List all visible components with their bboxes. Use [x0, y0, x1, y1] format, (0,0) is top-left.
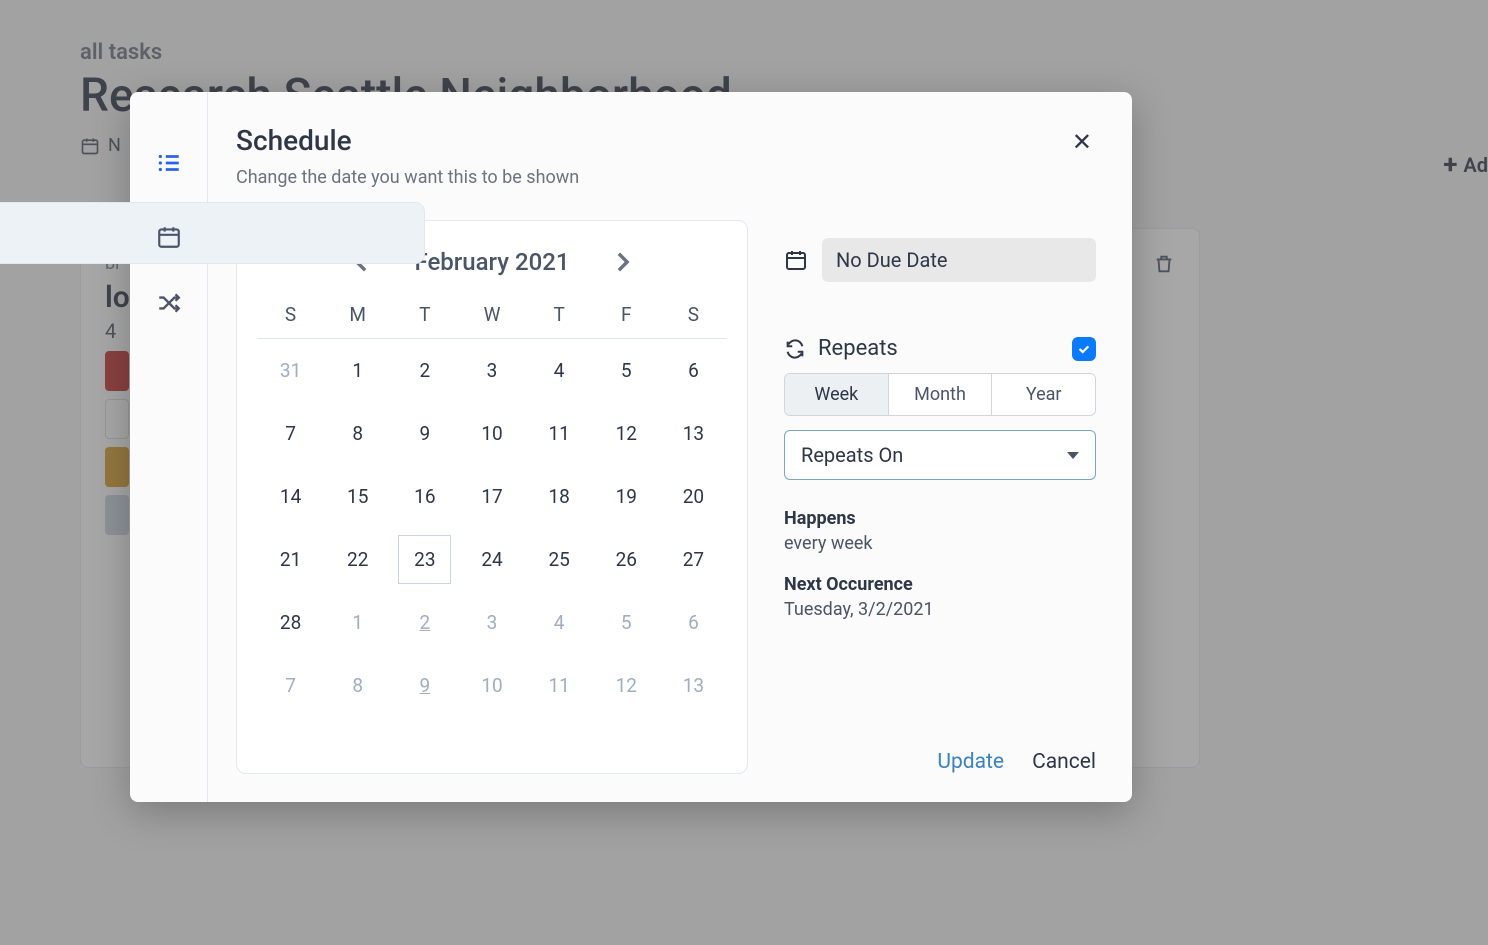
calendar-day[interactable]: 31	[257, 339, 324, 402]
repeat-icon	[784, 338, 806, 360]
calendar-month-label: February 2021	[414, 248, 569, 276]
calendar-day[interactable]: 28	[257, 591, 324, 654]
calendar-day[interactable]: 8	[324, 402, 391, 465]
segment-year[interactable]: Year	[992, 374, 1095, 415]
list-icon	[156, 150, 182, 176]
check-icon	[1077, 342, 1091, 356]
repeats-label: Repeats	[818, 336, 898, 361]
next-occurrence-label: Next Occurence	[784, 574, 1096, 595]
calendar-day[interactable]: 12	[593, 654, 660, 717]
calendar-icon	[784, 248, 808, 272]
close-button[interactable]: ✕	[1068, 124, 1096, 160]
calendar-day[interactable]: 13	[660, 402, 727, 465]
due-date-badge[interactable]: No Due Date	[822, 238, 1096, 282]
happens-label: Happens	[784, 508, 1096, 529]
tab-shuffle[interactable]	[137, 272, 201, 334]
calendar-day[interactable]: 3	[458, 591, 525, 654]
calendar-day[interactable]: 11	[526, 402, 593, 465]
happens-value: every week	[784, 533, 1096, 554]
repeats-on-select[interactable]: Repeats On	[784, 430, 1096, 480]
calendar-day[interactable]: 14	[257, 465, 324, 528]
calendar-dow: S	[660, 297, 727, 339]
segment-week[interactable]: Week	[785, 374, 889, 415]
calendar-day[interactable]: 5	[593, 591, 660, 654]
calendar-day[interactable]: 4	[526, 339, 593, 402]
calendar-day[interactable]: 12	[593, 402, 660, 465]
repeats-on-label: Repeats On	[801, 443, 903, 467]
calendar-day[interactable]: 17	[458, 465, 525, 528]
calendar-day[interactable]: 4	[526, 591, 593, 654]
calendar-dow: T	[391, 297, 458, 339]
calendar-icon	[156, 224, 182, 250]
calendar-day[interactable]: 7	[257, 402, 324, 465]
calendar-day[interactable]: 5	[593, 339, 660, 402]
next-month-button[interactable]	[610, 245, 636, 279]
repeats-checkbox[interactable]	[1072, 337, 1096, 361]
modal-title: Schedule	[236, 124, 579, 157]
cancel-button[interactable]: Cancel	[1032, 750, 1096, 774]
calendar-day[interactable]: 3	[458, 339, 525, 402]
calendar-day[interactable]: 16	[391, 465, 458, 528]
calendar-dow: S	[257, 297, 324, 339]
calendar-day[interactable]: 27	[660, 528, 727, 591]
calendar-day[interactable]: 13	[660, 654, 727, 717]
calendar-day[interactable]: 18	[526, 465, 593, 528]
calendar-dow: F	[593, 297, 660, 339]
schedule-modal: Schedule Change the date you want this t…	[130, 92, 1132, 802]
calendar-day[interactable]: 8	[324, 654, 391, 717]
calendar-day[interactable]: 21	[257, 528, 324, 591]
calendar-day[interactable]: 1	[324, 591, 391, 654]
calendar-day[interactable]: 26	[593, 528, 660, 591]
calendar-day[interactable]: 6	[660, 339, 727, 402]
modal-subtitle: Change the date you want this to be show…	[236, 167, 579, 188]
tab-schedule[interactable]	[0, 202, 425, 264]
calendar-day[interactable]: 10	[458, 402, 525, 465]
tab-list[interactable]	[137, 132, 201, 194]
calendar-day[interactable]: 15	[324, 465, 391, 528]
calendar-dow: M	[324, 297, 391, 339]
calendar-day[interactable]: 11	[526, 654, 593, 717]
calendar-dow: W	[458, 297, 525, 339]
segment-month[interactable]: Month	[889, 374, 993, 415]
calendar-day[interactable]: 19	[593, 465, 660, 528]
chevron-right-icon	[616, 251, 630, 273]
calendar-day[interactable]: 9	[391, 654, 458, 717]
calendar-day[interactable]: 2	[391, 591, 458, 654]
calendar-day[interactable]: 9	[391, 402, 458, 465]
calendar-day[interactable]: 23	[391, 528, 458, 591]
calendar-day[interactable]: 2	[391, 339, 458, 402]
calendar-day[interactable]: 6	[660, 591, 727, 654]
shuffle-icon	[156, 290, 182, 316]
calendar-day[interactable]: 1	[324, 339, 391, 402]
repeat-interval-segment: Week Month Year	[784, 373, 1096, 416]
calendar-dow: T	[526, 297, 593, 339]
calendar-day[interactable]: 7	[257, 654, 324, 717]
calendar-day[interactable]: 10	[458, 654, 525, 717]
calendar-day[interactable]: 20	[660, 465, 727, 528]
update-button[interactable]: Update	[937, 750, 1004, 774]
next-occurrence-value: Tuesday, 3/2/2021	[784, 599, 1096, 620]
calendar-day[interactable]: 25	[526, 528, 593, 591]
modal-sidebar	[130, 92, 208, 802]
calendar-day[interactable]: 24	[458, 528, 525, 591]
chevron-down-icon	[1067, 452, 1079, 459]
calendar-day[interactable]: 22	[324, 528, 391, 591]
calendar: February 2021 SMTWTFS 311234567891011121…	[236, 220, 748, 774]
